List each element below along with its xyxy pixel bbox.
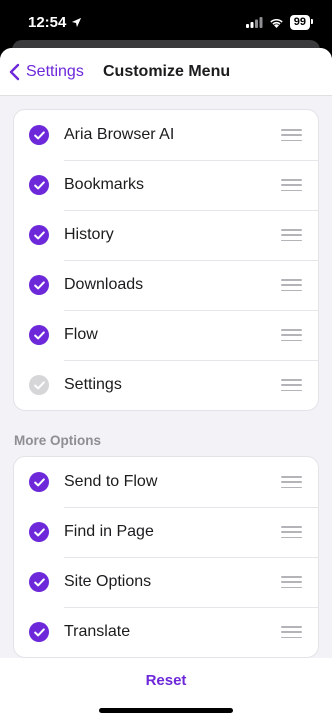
menu-item-label: Settings xyxy=(64,376,122,393)
drag-handle-icon[interactable] xyxy=(281,379,302,391)
menu-item-label: Downloads xyxy=(64,276,144,293)
menu-item-row[interactable]: Translate xyxy=(14,607,318,657)
drag-handle-icon[interactable] xyxy=(281,229,302,241)
status-bar: 12:54 99 xyxy=(0,0,332,44)
menu-item-row[interactable]: Send to Flow xyxy=(14,457,318,507)
chevron-left-icon xyxy=(9,63,20,80)
menu-item-row[interactable]: Find in Page xyxy=(14,507,318,557)
section-header-more-options: More Options xyxy=(14,433,101,448)
menu-item-row[interactable]: History xyxy=(14,210,318,260)
back-button[interactable]: Settings xyxy=(0,48,84,95)
menu-item-label: Translate xyxy=(64,623,131,640)
menu-item-label: Site Options xyxy=(64,573,152,590)
checkmark-circle-icon[interactable] xyxy=(29,325,49,345)
drag-handle-icon[interactable] xyxy=(281,526,302,538)
drag-handle-icon[interactable] xyxy=(281,129,302,141)
navigation-bar: Settings Customize Menu xyxy=(0,48,332,96)
reset-button[interactable]: Reset xyxy=(146,672,187,692)
main-menu-group: Aria Browser AI Bookmarks History Downloads… xyxy=(13,109,319,411)
menu-item-label: Aria Browser AI xyxy=(64,126,175,143)
checkmark-circle-icon[interactable] xyxy=(29,622,49,642)
menu-item-label: Send to Flow xyxy=(64,473,158,490)
checkmark-circle-icon[interactable] xyxy=(29,125,49,145)
back-button-label: Settings xyxy=(26,62,84,80)
menu-item-row[interactable]: Flow xyxy=(14,310,318,360)
menu-item-label: Bookmarks xyxy=(64,176,145,193)
menu-item-label: Flow xyxy=(64,326,98,343)
status-time: 12:54 xyxy=(28,13,67,31)
checkmark-circle-icon[interactable] xyxy=(29,225,49,245)
customize-menu-sheet: Settings Customize Menu Aria Browser AI B… xyxy=(0,48,332,720)
drag-handle-icon[interactable] xyxy=(281,279,302,291)
menu-item-label: Find in Page xyxy=(64,523,154,540)
checkmark-circle-icon[interactable] xyxy=(29,522,49,542)
page-title: Customize Menu xyxy=(103,62,231,80)
bottom-bar: Reset xyxy=(0,658,332,720)
menu-item-row[interactable]: Settings xyxy=(14,360,318,410)
checkmark-circle-icon[interactable] xyxy=(29,572,49,592)
status-left: 12:54 xyxy=(28,14,82,31)
checkmark-circle-disabled-icon[interactable] xyxy=(29,375,49,395)
drag-handle-icon[interactable] xyxy=(281,626,302,638)
drag-handle-icon[interactable] xyxy=(281,476,302,488)
battery-icon: 99 xyxy=(289,14,314,30)
drag-handle-icon[interactable] xyxy=(281,179,302,191)
menu-item-row[interactable]: Aria Browser AI xyxy=(14,110,318,160)
location-arrow-icon xyxy=(72,17,82,27)
wifi-icon xyxy=(270,18,283,28)
status-right: 99 xyxy=(245,14,314,30)
home-indicator xyxy=(99,708,233,713)
menu-item-row[interactable]: Bookmarks xyxy=(14,160,318,210)
menu-item-label: History xyxy=(64,226,114,243)
drag-handle-icon[interactable] xyxy=(281,576,302,588)
checkmark-circle-icon[interactable] xyxy=(29,472,49,492)
more-options-group: Send to Flow Find in Page Site Options Tran… xyxy=(13,456,319,658)
cellular-signal-icon xyxy=(245,16,263,28)
menu-item-row[interactable]: Site Options xyxy=(14,557,318,607)
content-area: Aria Browser AI Bookmarks History Downloads… xyxy=(0,96,332,658)
drag-handle-icon[interactable] xyxy=(281,329,302,341)
checkmark-circle-icon[interactable] xyxy=(29,275,49,295)
menu-item-row[interactable]: Downloads xyxy=(14,260,318,310)
checkmark-circle-icon[interactable] xyxy=(29,175,49,195)
